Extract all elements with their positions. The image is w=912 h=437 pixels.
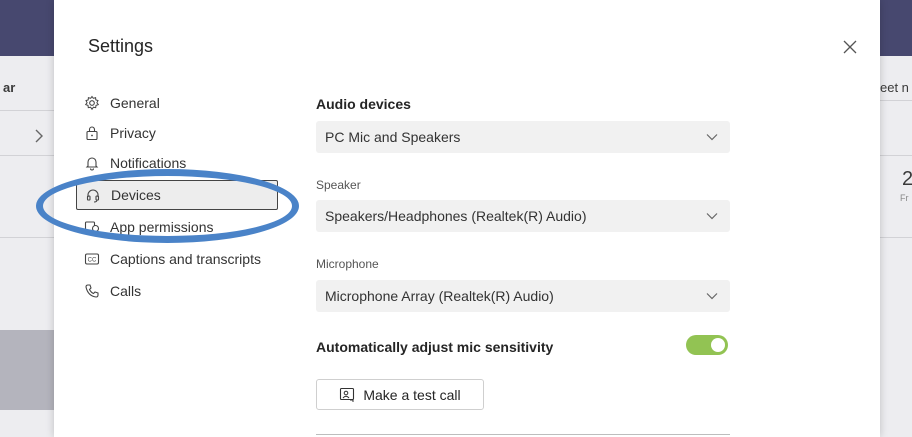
phone-icon xyxy=(84,283,100,299)
speaker-dropdown[interactable]: Speakers/Headphones (Realtek(R) Audio) xyxy=(316,200,730,232)
microphone-value: Microphone Array (Realtek(R) Audio) xyxy=(325,288,554,304)
chevron-right-icon xyxy=(35,129,43,143)
nav-item-label: General xyxy=(110,95,160,111)
chevron-down-icon xyxy=(706,134,718,141)
bg-divider xyxy=(880,100,912,101)
svg-text:CC: CC xyxy=(88,258,97,264)
bg-divider xyxy=(0,110,54,111)
nav-item-captions[interactable]: CC Captions and transcripts xyxy=(76,244,278,274)
lock-icon xyxy=(84,125,100,141)
nav-item-label: Calls xyxy=(110,283,142,299)
make-test-call-label: Make a test call xyxy=(363,386,461,403)
cc-icon: CC xyxy=(84,251,100,267)
chevron-down-icon xyxy=(706,213,718,220)
nav-item-calls[interactable]: Calls xyxy=(76,276,278,306)
permissions-icon xyxy=(84,219,100,235)
bg-divider xyxy=(0,237,54,238)
toggle-knob xyxy=(711,338,725,352)
nav-item-label: Devices xyxy=(111,187,161,203)
nav-item-label: Privacy xyxy=(110,125,156,141)
nav-item-app-permissions[interactable]: App permissions xyxy=(76,212,278,242)
nav-item-notifications[interactable]: Notifications xyxy=(76,148,278,178)
close-icon[interactable] xyxy=(840,37,860,57)
headset-icon xyxy=(85,187,101,203)
audio-devices-dropdown[interactable]: PC Mic and Speakers xyxy=(316,121,730,153)
microphone-label: Microphone xyxy=(316,257,379,271)
nav-item-devices[interactable]: Devices xyxy=(76,180,278,210)
bg-divider xyxy=(880,237,912,238)
audio-devices-title: Audio devices xyxy=(316,96,411,112)
nav-item-label: App permissions xyxy=(110,219,214,235)
bg-date-number: 2 xyxy=(902,168,912,190)
nav-item-label: Notifications xyxy=(110,155,187,171)
bell-icon xyxy=(84,155,100,171)
bg-divider xyxy=(880,155,912,156)
section-divider xyxy=(316,434,730,435)
test-call-icon xyxy=(339,387,355,403)
nav-item-general[interactable]: General xyxy=(76,88,278,118)
gear-icon xyxy=(84,95,100,111)
settings-dialog: Settings General Privacy Notifications D… xyxy=(54,0,880,437)
chevron-down-icon xyxy=(706,293,718,300)
microphone-dropdown[interactable]: Microphone Array (Realtek(R) Audio) xyxy=(316,280,730,312)
bg-left-text: ar xyxy=(3,80,16,95)
app-left-panel xyxy=(0,330,54,410)
nav-item-privacy[interactable]: Privacy xyxy=(76,118,278,148)
dialog-title: Settings xyxy=(88,36,154,56)
auto-adjust-toggle[interactable] xyxy=(686,335,728,355)
auto-adjust-label: Automatically adjust mic sensitivity xyxy=(316,339,554,355)
speaker-value: Speakers/Headphones (Realtek(R) Audio) xyxy=(325,208,587,224)
bg-divider xyxy=(0,155,54,156)
bg-right-text: eet n xyxy=(880,80,909,95)
nav-item-label: Captions and transcripts xyxy=(110,251,261,267)
bg-date-day: Fr xyxy=(900,193,909,203)
audio-devices-value: PC Mic and Speakers xyxy=(325,129,461,145)
speaker-label: Speaker xyxy=(316,178,361,192)
make-test-call-button[interactable]: Make a test call xyxy=(316,379,484,410)
